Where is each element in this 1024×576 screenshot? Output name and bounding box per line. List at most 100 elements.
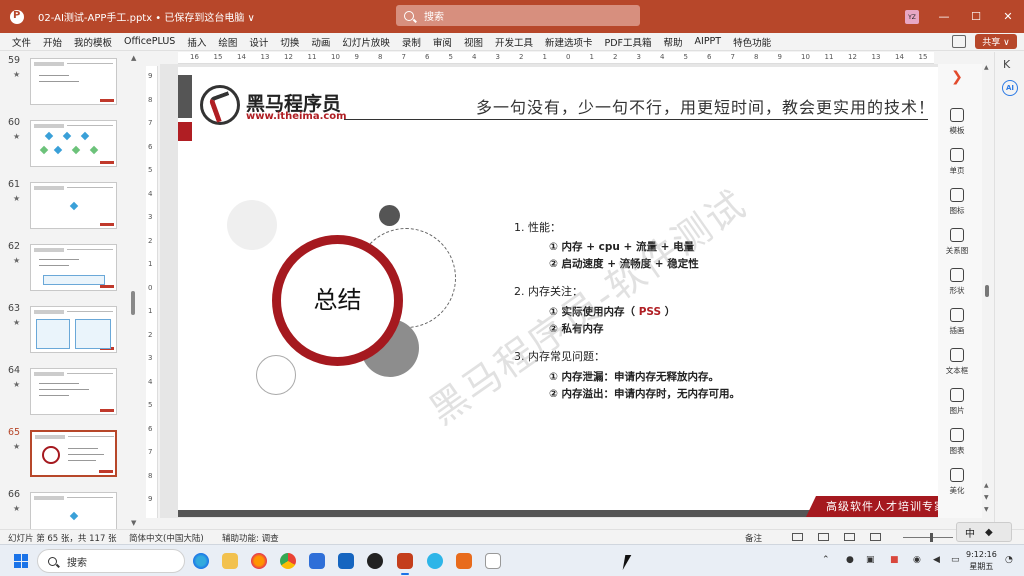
slideshow-icon[interactable] (870, 533, 881, 541)
ruler-tick: 11 (824, 53, 834, 61)
maximize-button[interactable]: ☐ (961, 0, 991, 33)
battery-icon[interactable]: ▭ (951, 555, 960, 565)
ruler-tick: 7 (148, 119, 153, 127)
tool-textbox[interactable]: 文本框 (938, 348, 976, 384)
tool-icons[interactable]: 图标 (938, 188, 976, 224)
slide-thumbnail[interactable]: 61 ★ (0, 179, 130, 231)
ribbon-tab[interactable]: 开发工具 (495, 35, 533, 49)
minimize-button[interactable]: — (929, 0, 959, 33)
ribbon-tab[interactable]: 新建选项卡 (545, 35, 593, 49)
chrome-icon[interactable] (280, 553, 296, 569)
ribbon-tab[interactable]: 设计 (249, 35, 268, 49)
slide-thumbnail[interactable]: 64 ★ (0, 365, 130, 417)
slide-thumbnail[interactable]: 63 ★ (0, 303, 130, 355)
ribbon-tab[interactable]: 我的模板 (74, 35, 112, 49)
notification-bell-icon[interactable]: ◔ (1005, 555, 1013, 565)
scroll-up-icon[interactable]: ▲ (984, 64, 989, 71)
taskbar: 搜索 ⌃ ● ▣ ■ ◉ ◀ ▭ 9:12:16 星期五 ◔ (0, 544, 1024, 576)
tool-beautify[interactable]: 美化 (938, 468, 976, 504)
network-icon[interactable]: ◉ (913, 555, 921, 565)
document-title[interactable]: 02-AI测试-APP手工.pptx • 已保存到这台电脑 ∨ (38, 9, 255, 24)
ribbon-tab[interactable]: 录制 (402, 35, 421, 49)
canvas-scrollbar[interactable]: ▲ ▲ ▼ ▼ (984, 64, 991, 518)
screen-icon[interactable]: ▣ (866, 555, 875, 565)
ribbon-tab[interactable]: 帮助 (664, 35, 683, 49)
windows-start-icon[interactable] (14, 554, 28, 568)
tool-template[interactable]: 模板 (938, 108, 976, 144)
ribbon-tab[interactable]: 视图 (464, 35, 483, 49)
ribbon-tab[interactable]: 绘图 (218, 35, 237, 49)
ribbon-tab[interactable]: 特色功能 (733, 35, 771, 49)
slide-sorter-icon[interactable] (818, 533, 829, 541)
powerpoint-taskbar-icon[interactable] (397, 553, 413, 575)
zoom-slider[interactable] (903, 537, 953, 538)
slide-thumbnail[interactable]: 65 ★ (0, 427, 130, 479)
ribbon-tab[interactable]: PDF工具箱 (604, 35, 651, 49)
ribbon-tab[interactable]: OfficePLUS (124, 36, 175, 47)
accessibility-status[interactable]: 辅助功能: 调查 (222, 532, 279, 544)
ruler-tick: 11 (307, 53, 317, 61)
reading-view-icon[interactable] (844, 533, 855, 541)
system-clock[interactable]: 9:12:16 星期五 (966, 549, 997, 573)
avatar[interactable]: YZ (905, 10, 919, 24)
powerpoint-icon[interactable] (10, 9, 24, 24)
comments-icon[interactable] (952, 35, 966, 48)
designer-tools-panel: ❯ 模板单页图标关系图形状插画文本框图片图表美化 (938, 64, 982, 518)
close-button[interactable]: ✕ (993, 0, 1023, 33)
tencent-meeting-icon[interactable] (309, 553, 325, 569)
ruler-tick: 5 (148, 166, 153, 174)
app-tray-icon[interactable]: ■ (890, 555, 899, 565)
ribbon-tab[interactable]: AIPPT (695, 36, 722, 47)
ai-assistant-button[interactable]: AI (1002, 80, 1018, 96)
title-bar: 02-AI测试-APP手工.pptx • 已保存到这台电脑 ∨ 搜索 YZ — … (0, 0, 1024, 33)
tool-single-page[interactable]: 单页 (938, 148, 976, 184)
thumb-scroll-down-icon[interactable]: ▼ (131, 519, 136, 527)
ribbon-tab[interactable]: 文件 (12, 35, 31, 49)
notes-button[interactable]: 备注 (745, 532, 762, 544)
language-indicator[interactable]: 简体中文(中国大陆) (129, 532, 204, 544)
animation-star-icon: ★ (13, 504, 21, 513)
zoom-slider-knob[interactable] (930, 533, 933, 542)
normal-view-icon[interactable] (792, 533, 803, 541)
scroll-down-icon[interactable]: ▼ (984, 494, 989, 501)
microphone-icon[interactable]: ● (846, 555, 854, 565)
ribbon-tab[interactable]: 动画 (311, 35, 330, 49)
tray-overflow-icon[interactable]: ⌃ (822, 555, 830, 565)
shapes-icon (950, 268, 964, 282)
tool-picture[interactable]: 图片 (938, 388, 976, 424)
thumb-scroll-up-icon[interactable]: ▲ (131, 54, 136, 62)
snipaste-icon[interactable] (427, 553, 443, 569)
tool-chart[interactable]: 图表 (938, 428, 976, 464)
title-search-box[interactable]: 搜索 (396, 5, 640, 26)
thumbnail-scrollbar[interactable] (131, 291, 135, 315)
slide-thumbnail[interactable]: 62 ★ (0, 241, 130, 293)
ribbon-tab[interactable]: 幻灯片放映 (342, 35, 390, 49)
slide-canvas[interactable]: 黑马程序员 www.itheima.com 多一句没有，少一句不行，用更短时间，… (178, 67, 938, 517)
recorder-icon[interactable] (367, 553, 383, 569)
share-button[interactable]: 共享 ∨ (975, 34, 1017, 49)
next-slide-icon[interactable]: ▼ (984, 506, 989, 513)
ribbon-tab[interactable]: 开始 (43, 35, 62, 49)
ime-indicator[interactable]: 中 ◆ (956, 522, 1012, 542)
file-explorer-icon[interactable] (222, 553, 238, 569)
ribbon-tab[interactable]: 插入 (187, 35, 206, 49)
ribbon-tab[interactable]: 审阅 (433, 35, 452, 49)
sublime-icon[interactable] (456, 553, 472, 569)
ribbon-tab[interactable]: 切换 (280, 35, 299, 49)
firefox-icon[interactable] (251, 553, 267, 569)
collapse-panel-icon[interactable]: K (1003, 58, 1010, 71)
canvas-scroll-thumb[interactable] (985, 285, 989, 297)
scroll-down-icon[interactable]: ▲ (984, 482, 989, 489)
mindmap-icon[interactable] (338, 553, 354, 569)
slide-thumbnail[interactable]: 59 ★ (0, 55, 130, 107)
typora-icon[interactable] (485, 553, 501, 569)
edge-icon[interactable] (193, 553, 209, 569)
volume-icon[interactable]: ◀ (933, 555, 940, 565)
tool-illustration[interactable]: 插画 (938, 308, 976, 344)
slide-thumbnail[interactable]: 60 ★ (0, 117, 130, 169)
tool-shapes[interactable]: 形状 (938, 268, 976, 304)
tool-designer-star[interactable]: ❯ (938, 70, 976, 106)
taskbar-search[interactable]: 搜索 (37, 549, 185, 573)
ruler-tick: 2 (148, 236, 153, 245)
tool-relation-diagram[interactable]: 关系图 (938, 228, 976, 264)
